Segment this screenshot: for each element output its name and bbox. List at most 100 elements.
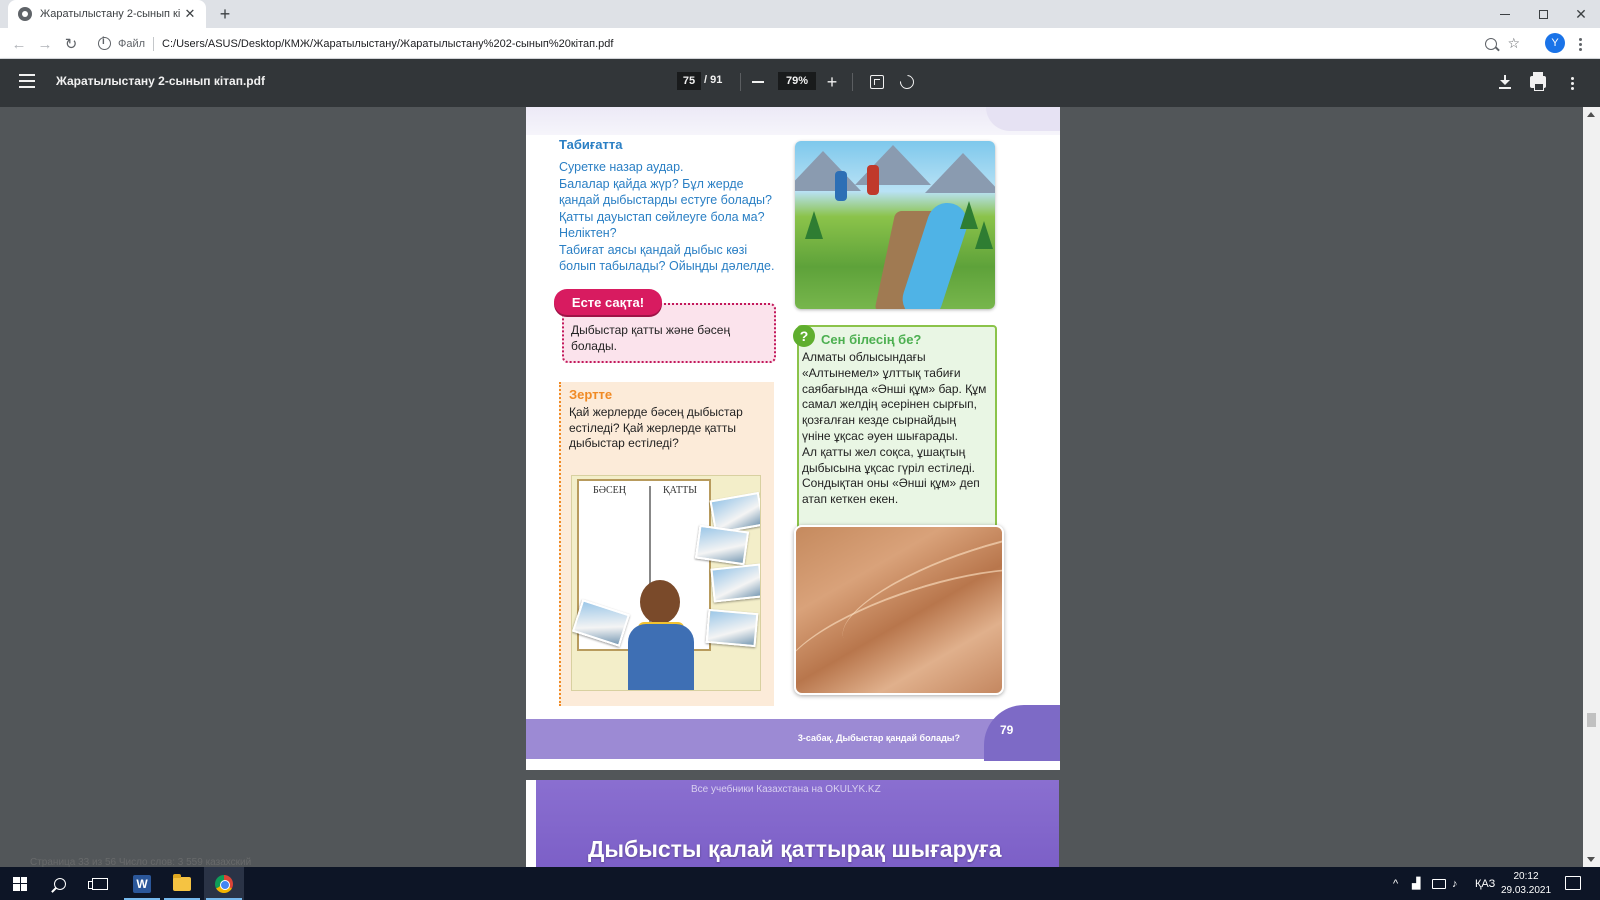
notification-icon[interactable]: [1565, 876, 1581, 890]
forward-arrow-icon: →: [37, 35, 53, 53]
fact-line: үніне ұқсас әуен шығарады.: [802, 428, 958, 443]
did-you-know-text: Алматы облысындағы «Алтынемел» ұлттық та…: [802, 350, 997, 508]
browser-toolbar: ← → ↻ Файл C:/Users/ASUS/Desktop/КМЖ/Жар…: [0, 28, 1600, 59]
word-icon: W: [133, 874, 151, 893]
lesson-title: 3-сабақ. Дыбыстар қандай болады?: [797, 733, 960, 743]
mountain-shape: [795, 151, 861, 191]
tab-title: Жаратылыстану 2-сынып кітап.pdf: [40, 8, 180, 20]
volume-icon[interactable]: ♪: [1452, 867, 1458, 900]
profile-avatar[interactable]: Y: [1545, 33, 1565, 53]
fact-line: Алматы облысындағы: [802, 350, 926, 364]
tree-shape: [805, 211, 823, 239]
remember-label: Есте сақта!: [554, 289, 662, 315]
scrollbar-thumb[interactable]: [1587, 713, 1596, 727]
chrome-taskbar-button[interactable]: [204, 867, 244, 900]
download-icon: [1499, 75, 1511, 89]
address-bar[interactable]: Файл C:/Users/ASUS/Desktop/КМЖ/Жаратылыс…: [90, 31, 1520, 56]
next-pdf-page: Все учебники Казахстана на OKULYK.KZ Дыб…: [526, 780, 1059, 867]
explorer-taskbar-button[interactable]: [162, 867, 202, 900]
page-footer: 3-сабақ. Дыбыстар қандай болады?: [526, 719, 1060, 759]
question-line: Неліктен?: [559, 226, 617, 240]
zoom-icon[interactable]: [1485, 37, 1498, 50]
pdf-more-icon[interactable]: [1565, 73, 1579, 93]
word-taskbar-button[interactable]: W: [122, 867, 162, 900]
fact-line: «Алтынемел» ұлттық табиғи: [802, 365, 961, 380]
fit-page-button[interactable]: [866, 71, 888, 93]
new-tab-button[interactable]: +: [214, 4, 236, 26]
bookmark-star-icon[interactable]: ☆: [1507, 35, 1520, 52]
tab-strip: Жаратылыстану 2-сынып кітап.pdf ✕ + ✕: [0, 0, 1600, 28]
toolbar-divider: [852, 73, 853, 91]
question-line: Балалар қайда жүр? Бұл жерде: [559, 176, 744, 191]
back-arrow-icon: ←: [11, 35, 27, 53]
vertical-scrollbar[interactable]: [1583, 107, 1600, 867]
fact-line: атап кеткен екен.: [802, 492, 899, 507]
chrome-icon: [215, 874, 233, 893]
rotate-button[interactable]: [896, 71, 918, 93]
boy-head: [640, 580, 680, 624]
question-line: болып табылады? Ойыңды дәлелде.: [559, 259, 775, 273]
restore-icon: [1538, 9, 1548, 19]
fact-line: саябағында «Әнші құм» бар. Құм: [802, 381, 987, 396]
clock-date: 29.03.2021: [1500, 885, 1552, 896]
browser-menu-icon[interactable]: [1573, 34, 1587, 54]
task-view-icon: [88, 877, 108, 890]
minimize-button[interactable]: [1486, 0, 1524, 28]
fact-line: Ал қатты жел соқса, ұшақтың: [802, 444, 966, 459]
print-icon: [1530, 72, 1546, 91]
restore-button[interactable]: [1524, 0, 1562, 28]
question-line: қандай дыбыстарды естуге болады?: [559, 193, 772, 207]
fact-line: самал желдің әсерінен сырғып,: [802, 397, 977, 412]
tab-close-icon[interactable]: ✕: [182, 6, 198, 22]
task-view-button[interactable]: [80, 867, 120, 900]
pdf-file-title: Жаратылыстану 2-сынып кітап.pdf: [56, 74, 265, 88]
zoom-level-input[interactable]: 79%: [778, 72, 816, 90]
forward-button[interactable]: →: [34, 33, 56, 55]
page-header-band: [526, 107, 1060, 135]
scroll-down-arrow-icon[interactable]: [1587, 857, 1595, 862]
fit-to-page-icon: [870, 75, 884, 89]
page-number-input[interactable]: 75: [677, 72, 701, 90]
language-indicator[interactable]: ҚАЗ: [1475, 867, 1495, 900]
photo-card: [705, 608, 759, 648]
question-line: Суретке назар аудар.: [559, 160, 684, 174]
board-quiet-label: БӘСЕҢ: [593, 485, 626, 496]
system-clock[interactable]: 20:12 29.03.2021: [1494, 870, 1558, 898]
pdf-content-area[interactable]: Табиғатта Суретке назар аудар. Балалар қ…: [0, 107, 1583, 867]
zoom-in-button[interactable]: +: [821, 71, 843, 93]
minimize-icon: [1500, 13, 1510, 15]
nature-heading: Табиғатта: [559, 137, 623, 152]
hamburger-menu-icon[interactable]: [19, 74, 35, 88]
zoom-out-button[interactable]: [747, 71, 769, 93]
question-line: Табиғат аясы қандай дыбыс көзі: [559, 242, 748, 257]
board-loud-label: ҚАТТЫ: [663, 485, 697, 496]
fact-line: дыбысына ұқсас гүріл естіледі.: [802, 460, 975, 475]
omnibox-separator: [153, 36, 155, 51]
url-text[interactable]: C:/Users/ASUS/Desktop/КМЖ/Жаратылыстану/…: [162, 38, 613, 50]
start-button[interactable]: [0, 867, 40, 900]
page-top-wave: [986, 107, 1060, 131]
nature-questions: Суретке назар аудар. Балалар қайда жүр? …: [559, 159, 789, 275]
fact-line: Сондықтан оны «Әнші құм» деп: [802, 476, 980, 491]
network-icon[interactable]: ▟: [1412, 867, 1420, 900]
boy-board-illustration: БӘСЕҢ ҚАТТЫ: [571, 475, 761, 691]
print-button[interactable]: [1527, 71, 1549, 93]
battery-icon[interactable]: [1432, 867, 1446, 900]
clock-time: 20:12: [1513, 871, 1539, 882]
close-window-button[interactable]: ✕: [1562, 0, 1600, 28]
info-icon[interactable]: [98, 36, 111, 50]
research-text: Қай жерлерде бәсең дыбыстар естіледі? Қа…: [569, 405, 743, 450]
pdf-toolbar: Жаратылыстану 2-сынып кітап.pdf 75 / 91 …: [0, 59, 1600, 107]
photo-card: [694, 524, 750, 566]
question-line: Қатты дауыстап сөйлеуге бола ма?: [559, 209, 765, 224]
scheme-label: Файл: [118, 37, 146, 50]
browser-tab[interactable]: Жаратылыстану 2-сынып кітап.pdf ✕: [8, 0, 206, 28]
fact-line: қозғалған кезде сырнайдың: [802, 413, 956, 428]
reload-button[interactable]: ↻: [60, 33, 82, 55]
scroll-up-arrow-icon[interactable]: [1587, 112, 1595, 117]
back-button[interactable]: ←: [8, 33, 30, 55]
search-button[interactable]: [40, 867, 80, 900]
download-button[interactable]: [1494, 71, 1516, 93]
tray-chevron-icon[interactable]: ^: [1393, 867, 1398, 900]
search-icon: [54, 877, 66, 890]
